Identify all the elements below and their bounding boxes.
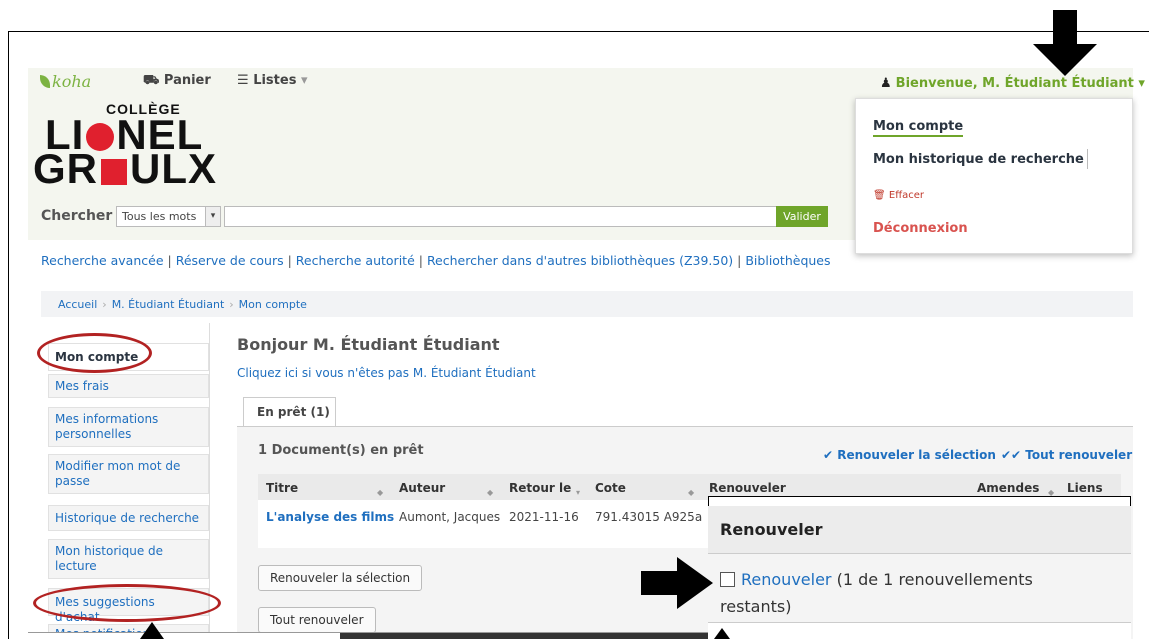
- breadcrumb-account[interactable]: Mon compte: [239, 298, 307, 311]
- column-header-author[interactable]: Auteur: [399, 481, 445, 495]
- breadcrumb-home[interactable]: Accueil: [58, 298, 97, 311]
- more-searches: Recherche avancée | Réserve de cours | R…: [41, 253, 831, 268]
- column-header-links[interactable]: Liens: [1067, 481, 1103, 495]
- double-check-icon: ✔✔: [1001, 448, 1022, 462]
- frame-border-left: [8, 31, 9, 639]
- sidebar-item-personal-info[interactable]: Mes informations personnelles: [48, 407, 209, 447]
- z3950-search-link[interactable]: Rechercher dans d'autres bibliothèques (…: [427, 253, 733, 268]
- annotation-circle-suggestions: [33, 584, 221, 622]
- renew-selected-button[interactable]: Renouveler la sélection: [258, 565, 423, 591]
- breadcrumb-user[interactable]: M. Étudiant Étudiant: [112, 298, 225, 311]
- user-icon: ♟: [880, 76, 892, 91]
- search-input[interactable]: [224, 206, 777, 227]
- search-label: Chercher: [41, 208, 113, 224]
- lists-button[interactable]: ☰ Listes ▾: [237, 73, 308, 88]
- libraries-link[interactable]: Bibliothèques: [745, 253, 830, 268]
- item-callnumber: 791.43015 A925a: [595, 510, 703, 524]
- annotation-arrow-right: [641, 557, 713, 609]
- advanced-search-link[interactable]: Recherche avancée: [41, 253, 164, 268]
- tab-checkouts[interactable]: En prêt (1): [243, 397, 336, 427]
- sidebar-item-change-password[interactable]: Modifier mon mot de passe: [48, 454, 209, 494]
- column-header-renew[interactable]: Renouveler: [709, 481, 786, 495]
- sort-icon: ▾: [576, 488, 581, 497]
- column-header-fines[interactable]: Amendes: [977, 481, 1039, 495]
- sidebar-item-fines[interactable]: Mes frais: [48, 374, 209, 398]
- menu-item-logout[interactable]: Déconnexion: [873, 221, 968, 236]
- frame-border-top: [8, 31, 1149, 32]
- cart-icon: ⛟: [143, 73, 160, 88]
- menu-item-clear-history[interactable]: 🗑 Effacer: [873, 190, 924, 201]
- renew-all-button[interactable]: Tout renouveler: [258, 607, 376, 633]
- annotation-arrow-up: [140, 622, 164, 639]
- sidebar-item-search-history[interactable]: Historique de recherche: [48, 505, 209, 531]
- college-logo[interactable]: COLLÈGE LI NEL GR ULX: [33, 101, 233, 196]
- koha-leaf-icon: [40, 75, 50, 88]
- chevron-down-icon: ▾: [300, 73, 308, 88]
- renew-zoom-heading: Renouveler: [720, 520, 823, 539]
- renew-all-link[interactable]: ✔✔ Tout renouveler: [1001, 448, 1132, 462]
- chevron-down-icon: ▾: [1138, 76, 1145, 91]
- page-title: Bonjour M. Étudiant Étudiant: [237, 335, 500, 354]
- item-author: Aumont, Jacques: [399, 510, 501, 524]
- renew-link[interactable]: Renouveler: [741, 570, 832, 589]
- renew-option: Renouveler (1 de 1 renouvellements restan…: [720, 570, 1033, 616]
- search-index-select[interactable]: Tous les mots ▾: [116, 206, 221, 227]
- check-icon: ✔: [823, 448, 834, 462]
- sidebar-item-reading-history[interactable]: Mon historique de lecture: [48, 539, 209, 579]
- sort-icon: ◆: [688, 488, 695, 497]
- column-header-title[interactable]: Titre: [266, 481, 298, 495]
- annotation-circle-my-account: [37, 333, 152, 373]
- sort-icon: ◆: [487, 488, 494, 497]
- column-header-callnumber[interactable]: Cote: [595, 481, 626, 495]
- authority-search-link[interactable]: Recherche autorité: [296, 253, 415, 268]
- sidebar-divider: [209, 323, 210, 639]
- list-icon: ☰: [237, 73, 249, 88]
- divider: [1087, 149, 1088, 169]
- breadcrumb: Accueil › M. Étudiant Étudiant › Mon compte: [41, 291, 1133, 317]
- column-header-due-date[interactable]: Retour le: [509, 481, 571, 495]
- table-row: [258, 500, 708, 548]
- logo-line-2: GR ULX: [33, 145, 217, 192]
- koha-logo[interactable]: koha: [40, 72, 91, 91]
- item-due-date: 2021-11-16: [509, 510, 579, 524]
- user-dropdown-menu: Mon compte Mon historique de recherche 🗑…: [855, 98, 1133, 254]
- menu-item-my-account[interactable]: Mon compte: [873, 119, 964, 137]
- annotation-arrow-down: [1033, 10, 1097, 76]
- renew-zoom-footer: [708, 622, 1131, 639]
- annotation-arrow-partial: [714, 628, 730, 639]
- not-you-link[interactable]: Cliquez ici si vous n'êtes pas M. Étudia…: [237, 366, 536, 380]
- renew-selected-link[interactable]: ✔ Renouveler la sélection: [823, 448, 996, 462]
- sort-icon: ◆: [377, 488, 384, 497]
- course-reserves-link[interactable]: Réserve de cours: [176, 253, 284, 268]
- chevron-down-icon: ▾: [205, 207, 220, 226]
- menu-item-search-history[interactable]: Mon historique de recherche: [873, 152, 1084, 167]
- bottom-strip-dark: [340, 633, 708, 639]
- cart-button[interactable]: ⛟ Panier: [143, 73, 211, 90]
- search-submit-button[interactable]: Valider: [776, 206, 828, 227]
- checkouts-count: 1 Document(s) en prêt: [258, 443, 424, 458]
- trash-icon: 🗑: [873, 190, 886, 201]
- logo-red-square: [101, 159, 127, 185]
- item-title-link[interactable]: L'analyse des films: [266, 510, 394, 524]
